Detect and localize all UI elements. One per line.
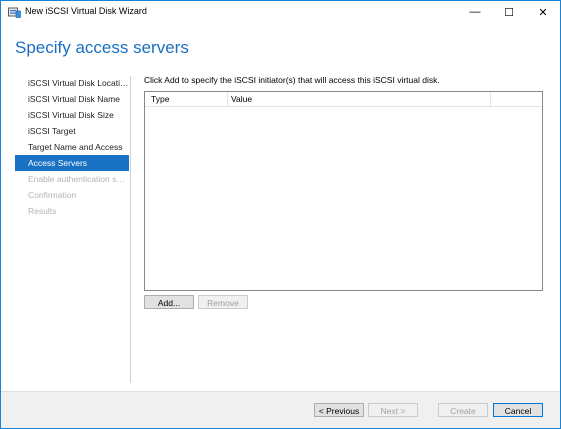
column-header-value[interactable]: Value bbox=[231, 94, 252, 104]
column-header-type[interactable]: Type bbox=[151, 94, 169, 104]
nav-item-results: Results bbox=[28, 206, 57, 216]
close-icon: ✕ bbox=[538, 6, 548, 19]
maximize-button[interactable]: ☐ bbox=[492, 1, 526, 23]
wizard-step-nav: iSCSI Virtual Disk Location iSCSI Virtua… bbox=[15, 75, 129, 219]
nav-item-target-name-access[interactable]: Target Name and Access bbox=[15, 139, 129, 155]
title-bar[interactable]: New iSCSI Virtual Disk Wizard — ☐ ✕ bbox=[1, 1, 560, 23]
minimize-button[interactable]: — bbox=[458, 1, 492, 23]
previous-button[interactable]: < Previous bbox=[314, 403, 364, 417]
remove-button: Remove bbox=[198, 295, 248, 309]
add-button[interactable]: Add... bbox=[144, 295, 194, 309]
nav-item-disk-name[interactable]: iSCSI Virtual Disk Name bbox=[15, 91, 129, 107]
nav-item-iscsi-target[interactable]: iSCSI Target bbox=[15, 123, 129, 139]
nav-item-disk-location[interactable]: iSCSI Virtual Disk Location bbox=[15, 75, 129, 91]
nav-divider bbox=[130, 76, 131, 383]
close-button[interactable]: ✕ bbox=[526, 1, 560, 23]
window-title: New iSCSI Virtual Disk Wizard bbox=[25, 6, 147, 16]
access-servers-list[interactable]: Type Value bbox=[144, 91, 543, 291]
create-button: Create bbox=[438, 403, 488, 417]
nav-item-enable-authentication: Enable authentication ser... bbox=[28, 174, 129, 184]
nav-item-confirmation: Confirmation bbox=[28, 190, 77, 200]
maximize-icon: ☐ bbox=[504, 6, 514, 19]
next-button: Next > bbox=[368, 403, 418, 417]
nav-item-access-servers[interactable]: Access Servers bbox=[15, 155, 129, 171]
page-title: Specify access servers bbox=[15, 38, 189, 57]
nav-item-disk-size[interactable]: iSCSI Virtual Disk Size bbox=[15, 107, 129, 123]
cancel-button[interactable]: Cancel bbox=[493, 403, 543, 417]
wizard-window: New iSCSI Virtual Disk Wizard — ☐ ✕ Spec… bbox=[0, 0, 561, 429]
list-header: Type Value bbox=[145, 92, 542, 107]
column-divider[interactable] bbox=[227, 92, 228, 106]
server-manager-icon bbox=[8, 7, 21, 18]
wizard-footer: < Previous Next > Create Cancel bbox=[1, 391, 560, 428]
minimize-icon: — bbox=[469, 6, 481, 18]
column-divider[interactable] bbox=[490, 92, 491, 106]
instruction-text: Click Add to specify the iSCSI initiator… bbox=[144, 75, 440, 85]
